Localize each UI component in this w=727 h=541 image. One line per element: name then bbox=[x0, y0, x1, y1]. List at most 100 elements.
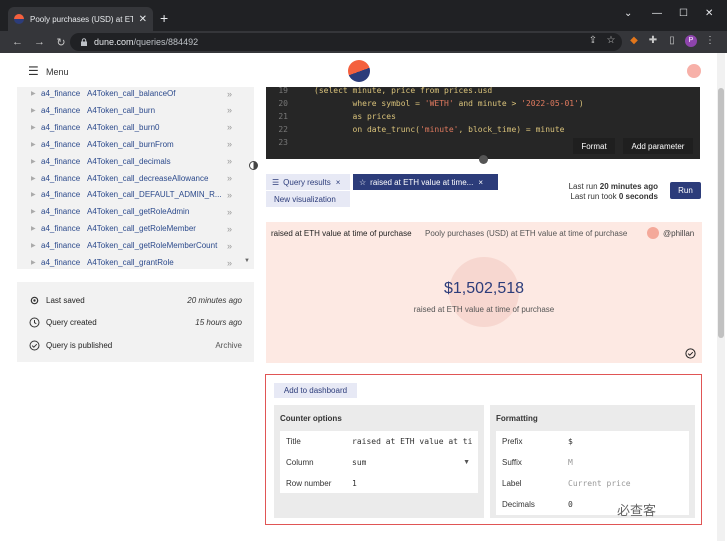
caret-right-icon[interactable]: ▶ bbox=[31, 208, 41, 215]
dune-logo[interactable] bbox=[348, 60, 370, 82]
menu-label[interactable]: Menu bbox=[46, 67, 69, 77]
row-number-input[interactable]: 1 bbox=[352, 479, 357, 488]
table-list-item[interactable]: ▶ a4_finance A4Token_call_decimals » bbox=[17, 153, 254, 170]
run-button[interactable]: Run bbox=[670, 182, 701, 199]
double-chevron-right-icon[interactable]: » bbox=[227, 241, 232, 251]
double-chevron-right-icon[interactable]: » bbox=[227, 190, 232, 200]
forward-icon[interactable]: → bbox=[34, 36, 45, 48]
label-input[interactable]: Current price bbox=[568, 479, 631, 488]
column-select[interactable]: sum bbox=[352, 458, 366, 467]
table-schema: a4_finance bbox=[41, 156, 81, 166]
decimals-input[interactable]: 0 bbox=[568, 500, 573, 509]
table-list-item[interactable]: ▶ a4_finance A4Token_call_burnFrom » bbox=[17, 136, 254, 153]
caret-right-icon[interactable]: ▶ bbox=[31, 124, 41, 131]
table-list-item[interactable]: ▶ a4_finance A4Token_call_getRoleAdmin » bbox=[17, 203, 254, 220]
double-chevron-right-icon[interactable]: » bbox=[227, 207, 232, 217]
close-window-icon[interactable]: ✕ bbox=[705, 8, 713, 19]
table-schema: a4_finance bbox=[41, 122, 81, 132]
reload-icon[interactable]: ↻ bbox=[56, 36, 66, 49]
caret-right-icon[interactable]: ▶ bbox=[31, 141, 41, 148]
add-to-dashboard-button[interactable]: Add to dashboard bbox=[274, 383, 357, 398]
line-number: 21 bbox=[278, 112, 288, 121]
double-chevron-right-icon[interactable]: » bbox=[227, 89, 232, 99]
double-chevron-right-icon[interactable]: » bbox=[227, 173, 232, 183]
url-field[interactable]: dune.com/queries/884492 bbox=[70, 33, 622, 51]
minimize-icon[interactable]: — bbox=[652, 8, 662, 19]
counter-label: raised at ETH value at time of purchase bbox=[413, 305, 555, 314]
column-row: Column sum ▼ bbox=[280, 452, 478, 473]
query-created-row: Query created 15 hours ago bbox=[29, 315, 242, 329]
bookmark-star-icon[interactable]: ☆ bbox=[605, 35, 617, 47]
extensions-puzzle-icon[interactable]: ✚ bbox=[647, 35, 659, 47]
format-button[interactable]: Format bbox=[573, 138, 615, 154]
double-chevron-right-icon[interactable]: » bbox=[227, 224, 232, 234]
caret-right-icon[interactable]: ▶ bbox=[31, 259, 41, 266]
row-number-label: Row number bbox=[286, 479, 332, 488]
table-list-item[interactable]: ▶ a4_finance A4Token_call_burn0 » bbox=[17, 119, 254, 136]
table-schema: a4_finance bbox=[41, 139, 81, 149]
caret-right-icon[interactable]: ▶ bbox=[31, 191, 41, 198]
code-line[interactable]: 19 (select minute, price from prices.usd bbox=[266, 87, 700, 97]
browser-tab[interactable]: Pooly purchases (USD) at ETH va ✕ bbox=[8, 7, 153, 31]
table-schema: a4_finance bbox=[41, 258, 81, 267]
close-icon[interactable]: × bbox=[336, 178, 341, 187]
share-icon[interactable]: ⇪ bbox=[587, 35, 599, 47]
line-number: 20 bbox=[278, 99, 288, 108]
title-input[interactable]: raised at ETH value at tim bbox=[352, 437, 472, 446]
profile-avatar-icon[interactable]: P bbox=[685, 35, 697, 47]
caret-right-icon[interactable]: ▶ bbox=[31, 225, 41, 232]
editor-resize-handle[interactable] bbox=[479, 155, 488, 164]
query-created-value: 15 hours ago bbox=[195, 317, 242, 327]
table-list-item[interactable]: ▶ a4_finance A4Token_call_getRoleMember » bbox=[17, 220, 254, 237]
table-list-item[interactable]: ▶ a4_finance A4Token_call_DEFAULT_ADMIN_R.… bbox=[17, 186, 254, 203]
last-saved-value: 20 minutes ago bbox=[187, 295, 242, 305]
archive-link[interactable]: Archive bbox=[215, 341, 242, 350]
tab-query-results[interactable]: ☰ Query results × bbox=[266, 174, 350, 190]
table-schema: a4_finance bbox=[41, 207, 81, 217]
caret-right-icon[interactable]: ▶ bbox=[31, 175, 41, 182]
code-line[interactable]: 21 as prices bbox=[266, 110, 700, 123]
more-menu-icon[interactable]: ⋮ bbox=[704, 35, 716, 47]
add-parameter-button[interactable]: Add parameter bbox=[623, 138, 693, 154]
caret-right-icon[interactable]: ▶ bbox=[31, 242, 41, 249]
close-tab-icon[interactable]: ✕ bbox=[139, 14, 147, 25]
label-row: Label Current price bbox=[496, 473, 689, 494]
metamask-extension-icon[interactable]: ◆ bbox=[628, 35, 640, 47]
table-list-item[interactable]: ▶ a4_finance A4Token_call_burn » bbox=[17, 102, 254, 119]
user-avatar[interactable] bbox=[687, 64, 701, 78]
back-icon[interactable]: ← bbox=[12, 36, 23, 48]
side-panel-icon[interactable]: ▯ bbox=[666, 35, 678, 47]
table-list-item[interactable]: ▶ a4_finance A4Token_call_getRoleMemberCou… bbox=[17, 237, 254, 254]
new-visualization-button[interactable]: New visualization bbox=[266, 191, 350, 207]
hamburger-menu-icon[interactable]: ☰ bbox=[28, 65, 39, 77]
code-line[interactable]: 20 where symbol = 'WETH' and minute > '2… bbox=[266, 97, 700, 110]
double-chevron-right-icon[interactable]: » bbox=[227, 139, 232, 149]
suffix-input[interactable]: M bbox=[568, 458, 573, 467]
star-icon: ☆ bbox=[359, 177, 367, 187]
table-list-item[interactable]: ▶ a4_finance A4Token_call_grantRole » bbox=[17, 254, 254, 269]
prefix-input[interactable]: $ bbox=[568, 437, 573, 446]
chevron-down-icon[interactable]: ⌄ bbox=[624, 8, 632, 19]
sidebar-resize-handle[interactable] bbox=[249, 161, 258, 170]
double-chevron-right-icon[interactable]: » bbox=[227, 105, 232, 115]
scroll-down-icon[interactable]: ▼ bbox=[244, 258, 250, 264]
close-icon[interactable]: × bbox=[478, 178, 483, 187]
double-chevron-right-icon[interactable]: » bbox=[227, 156, 232, 166]
caret-right-icon[interactable]: ▶ bbox=[31, 158, 41, 165]
new-tab-button[interactable]: + bbox=[160, 11, 168, 25]
code-line[interactable]: 22 on date_trunc('minute', block_time) =… bbox=[266, 123, 700, 136]
viz-subtitle: Pooly purchases (USD) at ETH value at ti… bbox=[425, 229, 628, 238]
tab-visualization[interactable]: ☆ raised at ETH value at time... × bbox=[353, 174, 498, 190]
maximize-icon[interactable]: ☐ bbox=[679, 8, 688, 19]
double-chevron-right-icon[interactable]: » bbox=[227, 258, 232, 268]
chevron-down-icon[interactable]: ▼ bbox=[463, 459, 470, 466]
page-scrollbar-thumb[interactable] bbox=[718, 88, 724, 338]
url-path: /queries/884492 bbox=[133, 37, 199, 47]
caret-right-icon[interactable]: ▶ bbox=[31, 107, 41, 114]
owner-avatar[interactable] bbox=[647, 227, 659, 239]
owner-name[interactable]: @phillan bbox=[663, 229, 694, 238]
double-chevron-right-icon[interactable]: » bbox=[227, 122, 232, 132]
caret-right-icon[interactable]: ▶ bbox=[31, 90, 41, 97]
table-list-item[interactable]: ▶ a4_finance A4Token_call_decreaseAllowanc… bbox=[17, 170, 254, 187]
table-list-item[interactable]: ▶ a4_finance A4Token_call_balanceOf » bbox=[17, 87, 254, 102]
